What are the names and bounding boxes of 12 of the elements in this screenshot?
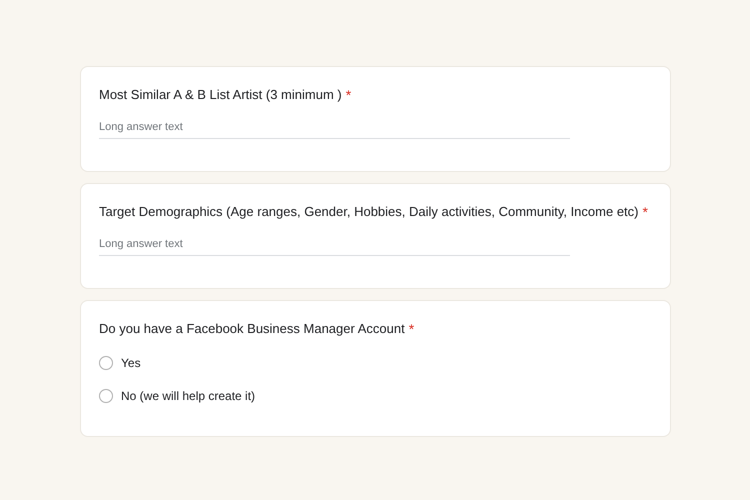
radio-button[interactable] (99, 389, 113, 403)
question-title: Do you have a Facebook Business Manager Account (99, 321, 405, 337)
answer-field[interactable]: Long answer text (99, 238, 570, 256)
required-mark: * (346, 87, 352, 103)
required-mark: * (642, 204, 648, 220)
question-title: Target Demographics (Age ranges, Gender, Hobbies, Daily activities, Community, Income etc) (99, 204, 638, 220)
required-mark: * (408, 321, 414, 337)
option-label[interactable]: Yes (121, 356, 141, 370)
answer-field[interactable]: Long answer text (99, 121, 570, 139)
question-title: Most Similar A & B List Artist (3 minimum ) (99, 87, 342, 103)
option-label[interactable]: No (we will help create it) (121, 389, 256, 403)
radio-button[interactable] (99, 356, 113, 370)
